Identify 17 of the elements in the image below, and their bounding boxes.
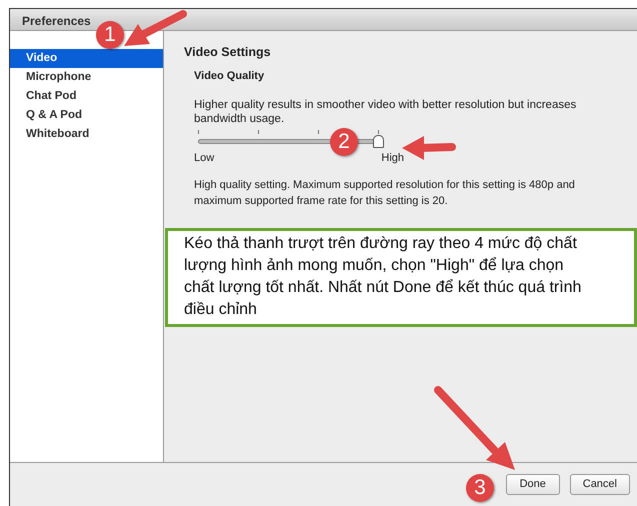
subsection-heading: Video Quality	[194, 68, 266, 84]
sidebar-item[interactable]: Whiteboard	[10, 125, 163, 144]
setting-note: High quality setting. Maximum supported resolution for this setting is 480p and maximum supported frame rate for this setting is 20.	[194, 178, 576, 209]
arrow	[124, 10, 187, 46]
section-heading: Video Settings	[184, 44, 272, 61]
slider-thumb[interactable]	[373, 135, 384, 148]
description-text: Higher quality results in smoother video with better resolution but increases bandwidth usage.	[194, 98, 578, 126]
arrow	[402, 136, 456, 160]
sidebar-item[interactable]: Chat Pod	[10, 87, 163, 106]
cancel-button[interactable]: Cancel	[570, 474, 630, 495]
callout-text: Kéo thả thanh trượt trên đường ray theo 4 mức độ chất lượng hình ảnh mong muốn, chọn "High" để lựa chọn chất lượng tốt nhất. Nhất nút Done để kết thúc quá trình điều chỉnh	[165, 228, 637, 327]
sidebar-item[interactable]: Microphone	[10, 68, 163, 87]
slider-label: Low	[194, 151, 214, 166]
slider-label: High	[381, 151, 404, 166]
sidebar-item[interactable]: Q & A Pod	[10, 106, 163, 125]
done-button[interactable]: Done	[506, 474, 560, 495]
sidebar-item[interactable]: Video	[10, 49, 163, 68]
